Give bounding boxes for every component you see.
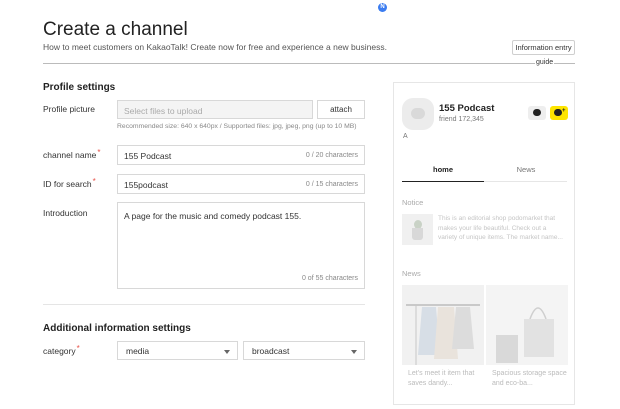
attach-button[interactable]: attach	[317, 100, 365, 119]
news-caption: Spacious storage space and eco-ba...	[492, 370, 567, 387]
preview-friend-count: friend 172,345	[439, 116, 484, 123]
additional-info-title: Additional information settings	[43, 323, 191, 334]
channel-name-label: channel name*	[43, 148, 101, 160]
search-id-counter: 0 / 15 characters	[305, 181, 358, 188]
chat-bubble-icon	[554, 109, 562, 116]
category-primary-value: media	[126, 346, 150, 356]
news-card-image[interactable]	[486, 285, 568, 365]
required-mark: *	[92, 177, 96, 186]
chevron-down-icon	[224, 350, 230, 354]
preview-intro-text: A	[403, 133, 408, 140]
category-label: category*	[43, 344, 80, 356]
required-mark: *	[97, 148, 101, 157]
notice-heading: Notice	[402, 198, 424, 207]
clothes-rack-image	[402, 285, 484, 365]
channel-name-counter: 0 / 20 characters	[305, 152, 358, 159]
preview-channel-name: 155 Podcast	[439, 103, 495, 114]
storage-bag-image	[486, 285, 568, 365]
add-friend-button[interactable]: +	[550, 106, 568, 120]
search-id-value: 155podcast	[124, 180, 168, 190]
chevron-down-icon	[351, 350, 357, 354]
category-select-primary[interactable]: media	[117, 341, 238, 360]
channel-name-input[interactable]: 155 Podcast 0 / 20 characters	[117, 145, 365, 165]
news-caption: Let's meet it item that saves dandy...	[408, 370, 475, 387]
tab-news[interactable]: News	[485, 165, 567, 174]
active-tab-underline	[402, 181, 484, 182]
information-entry-guide-button[interactable]: Information entry	[512, 40, 575, 55]
preview-tabs: home News	[402, 156, 567, 182]
chat-bubble-icon	[533, 109, 541, 116]
speech-bubble-icon	[411, 108, 425, 119]
section-divider	[43, 304, 365, 305]
notice-text: This is an editorial shop podomarket tha…	[438, 215, 563, 241]
introduction-counter: 0 of 55 characters	[301, 275, 358, 282]
category-secondary-value: broadcast	[252, 346, 290, 356]
notification-badge[interactable]: N	[378, 3, 387, 12]
file-placeholder: Select files to upload	[124, 106, 203, 116]
file-hint: Recommended size: 640 x 640px / Supporte…	[117, 123, 357, 130]
profile-picture-file-field[interactable]: Select files to upload	[117, 100, 313, 119]
introduction-label: Introduction	[43, 208, 88, 218]
news-card-image[interactable]	[402, 285, 484, 365]
channel-name-value: 155 Podcast	[124, 151, 172, 161]
channel-preview-panel: 155 Podcast friend 172,345 + A home News…	[393, 82, 575, 405]
plus-icon: +	[562, 108, 566, 114]
guide-label[interactable]: guide	[535, 59, 555, 66]
profile-settings-title: Profile settings	[43, 82, 116, 93]
tab-home[interactable]: home	[402, 165, 484, 174]
pot-icon	[412, 228, 423, 240]
chat-button[interactable]	[528, 106, 546, 120]
introduction-textarea[interactable]: A page for the music and comedy podcast …	[117, 202, 365, 289]
news-heading: News	[402, 269, 421, 278]
search-id-input[interactable]: 155podcast 0 / 15 characters	[117, 174, 365, 194]
page-title: Create a channel	[43, 19, 188, 40]
notice-thumbnail	[402, 214, 433, 245]
introduction-value: A page for the music and comedy podcast …	[124, 211, 302, 221]
required-mark: *	[76, 344, 80, 353]
page-subtitle: How to meet customers on KakaoTalk! Crea…	[43, 42, 387, 52]
search-id-label: ID for search*	[43, 177, 96, 189]
category-select-secondary[interactable]: broadcast	[243, 341, 365, 360]
avatar	[402, 98, 434, 130]
header-divider	[43, 63, 575, 64]
profile-picture-label: Profile picture	[43, 104, 95, 114]
